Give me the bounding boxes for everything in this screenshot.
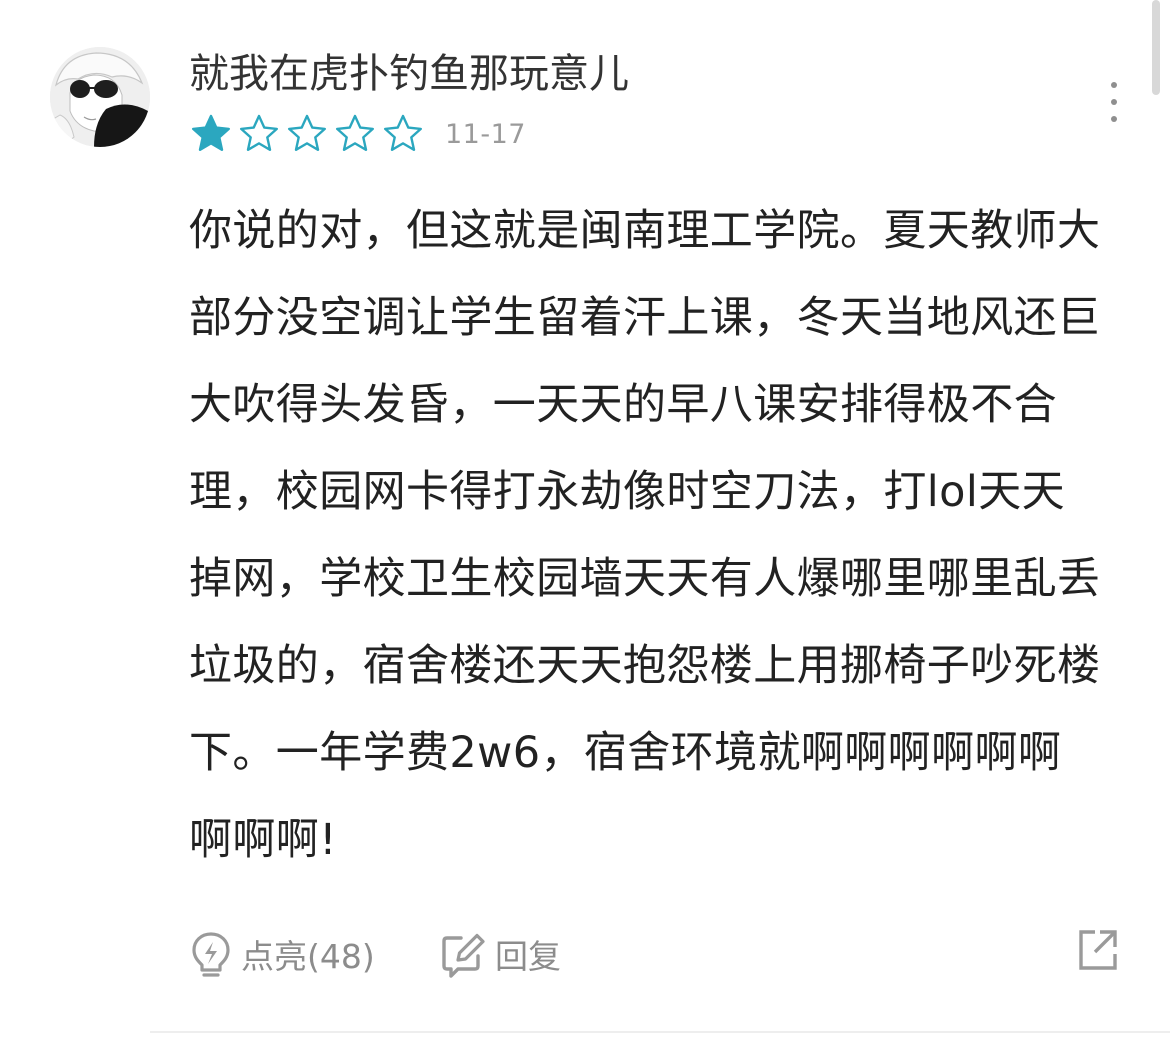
more-vertical-icon-dot (1111, 82, 1117, 88)
star-empty-icon (333, 112, 381, 156)
share-button[interactable] (1076, 926, 1120, 974)
more-vertical-icon-dot (1111, 116, 1117, 122)
star-empty-icon (381, 112, 429, 156)
rating: 11-17 (189, 112, 526, 156)
star-filled-icon (189, 112, 237, 156)
avatar[interactable] (50, 47, 150, 147)
reply-button[interactable]: 回复 (439, 926, 561, 982)
lightbulb-icon (192, 932, 230, 977)
star-rating (189, 112, 429, 156)
star-empty-icon (285, 112, 333, 156)
edit-icon (442, 933, 485, 978)
star-empty-icon (237, 112, 285, 156)
reply-label: 回复 (495, 937, 561, 976)
like-button[interactable]: 点亮(48) (189, 926, 375, 982)
scrollbar[interactable] (1152, 0, 1160, 95)
review-content: 你说的对，但这就是闽南理工学院。夏天教师大部分没空调让学生留着汗上课，冬天当地风… (189, 206, 1101, 865)
more-vertical-icon-dot (1111, 99, 1117, 105)
action-bar: 点亮(48) 回复 (189, 926, 1120, 982)
share-icon (1079, 930, 1117, 970)
divider (150, 1031, 1170, 1033)
review-date: 11-17 (445, 118, 526, 150)
username[interactable]: 就我在虎扑钓鱼那玩意儿 (189, 46, 629, 102)
review-card: 就我在虎扑钓鱼那玩意儿 11-17 你说的对，但这就是闽南理工学院。夏天教师大部… (0, 0, 1170, 1039)
like-label: 点亮(48) (241, 937, 375, 976)
more-options-button[interactable] (1102, 82, 1126, 122)
anime-avatar-icon (50, 47, 150, 147)
